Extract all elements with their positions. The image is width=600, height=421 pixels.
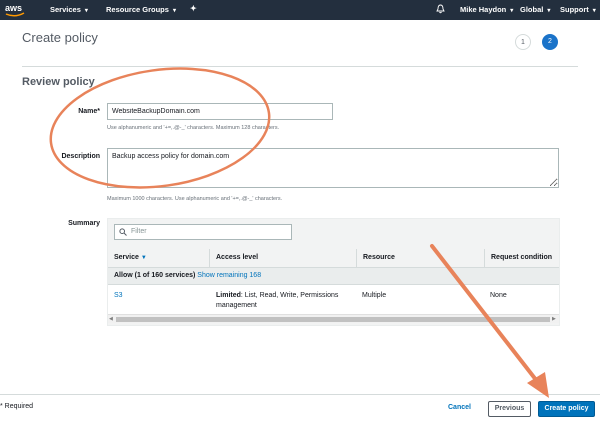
cancel-button[interactable]: Cancel — [448, 404, 471, 411]
chevron-down-icon: ▾ — [84, 8, 88, 14]
scroll-thumb[interactable] — [116, 317, 550, 322]
allow-label: Allow (1 of 160 services) — [114, 272, 196, 279]
sort-down-icon: ▼ — [140, 255, 147, 261]
scroll-left-icon[interactable]: ◀ — [109, 316, 113, 322]
previous-button[interactable]: Previous — [488, 401, 531, 417]
summary-label: Summary — [68, 220, 100, 227]
step-1-indicator[interactable]: 1 — [515, 34, 531, 50]
scroll-right-icon[interactable]: ▶ — [552, 316, 556, 322]
create-policy-button[interactable]: Create policy — [538, 401, 595, 417]
chevron-down-icon: ▾ — [172, 8, 176, 14]
service-link[interactable]: S3 — [114, 291, 123, 301]
support-label: Support — [560, 5, 589, 14]
name-input[interactable] — [107, 103, 333, 120]
section-title: Review policy — [22, 76, 95, 88]
chevron-down-icon: ▾ — [592, 8, 596, 14]
services-menu[interactable]: Services ▾ — [50, 5, 88, 14]
support-menu[interactable]: Support ▾ — [560, 5, 596, 14]
description-label: Description — [61, 153, 100, 160]
name-label: Name* — [78, 108, 100, 115]
column-header-access-level[interactable]: Access level — [210, 249, 356, 267]
allow-group-row: Allow (1 of 160 services) Show remaining… — [108, 267, 559, 284]
svg-text:aws: aws — [5, 3, 22, 13]
divider — [22, 66, 578, 67]
chevron-down-icon: ▾ — [510, 8, 514, 14]
column-header-service[interactable]: Service ▼ — [108, 249, 209, 267]
chevron-down-icon: ▾ — [547, 8, 551, 14]
required-note: * Required — [0, 403, 34, 410]
summary-table: Filter Service ▼ Access level Resource R… — [107, 218, 560, 326]
aws-logo[interactable]: aws — [4, 2, 26, 18]
description-textarea[interactable]: Backup access policy for domain.com — [107, 148, 559, 188]
show-remaining-link[interactable]: Show remaining 168 — [197, 272, 261, 279]
top-nav: aws Services ▾ Resource Groups ▾ ✦ Mike Ha… — [0, 0, 600, 20]
pin-icon[interactable]: ✦ — [190, 4, 197, 13]
access-level-cell: Limited: List, Read, Write, Permissions … — [216, 291, 351, 311]
annotation-overlay — [49, 67, 549, 398]
user-menu[interactable]: Mike Haydon ▾ — [460, 5, 513, 14]
page-title: Create policy — [22, 30, 98, 45]
resource-groups-menu[interactable]: Resource Groups ▾ — [106, 5, 176, 14]
name-hint: Use alphanumeric and '+=,.@-_' character… — [107, 125, 280, 131]
filter-input[interactable]: Filter — [114, 224, 292, 240]
column-header-request-condition[interactable]: Request condition — [485, 249, 559, 267]
horizontal-scrollbar[interactable]: ◀ ▶ — [108, 314, 559, 323]
user-label: Mike Haydon — [460, 5, 507, 14]
bell-icon[interactable] — [436, 4, 445, 16]
services-label: Services — [50, 5, 81, 14]
search-icon — [119, 228, 127, 236]
table-row: S3 Limited: List, Read, Write, Permissio… — [108, 284, 559, 314]
region-label: Global — [520, 5, 544, 14]
step-2-indicator: 2 — [542, 34, 558, 50]
filter-placeholder: Filter — [131, 228, 147, 235]
column-header-resource[interactable]: Resource — [357, 249, 484, 267]
access-level-bold: Limited — [216, 292, 241, 299]
resource-cell: Multiple — [362, 292, 387, 299]
description-hint: Maximum 1000 characters. Use alphanumeri… — [107, 196, 283, 202]
region-menu[interactable]: Global ▾ — [520, 5, 550, 14]
resource-groups-label: Resource Groups — [106, 5, 169, 14]
column-header-label: Service — [114, 254, 139, 261]
footer-bar: * Required Cancel Previous Create policy — [0, 394, 600, 421]
request-condition-cell: None — [490, 292, 507, 299]
